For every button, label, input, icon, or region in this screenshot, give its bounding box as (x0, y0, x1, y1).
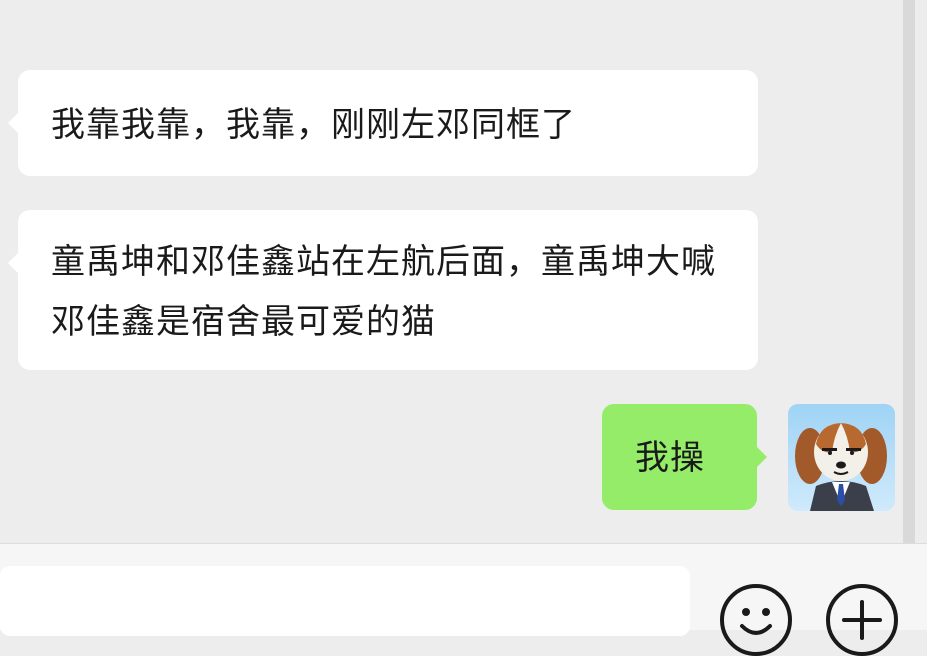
smiley-face-icon (740, 608, 772, 635)
message-text: 童禹坤和邓佳鑫站在左航后面，童禹坤大喊邓佳鑫是宿舍最可爱的猫 (51, 242, 716, 342)
plus-button[interactable] (826, 584, 898, 656)
message-text: 我操 (635, 438, 705, 478)
message-text: 我靠我靠，我靠，刚刚左邓同框了 (51, 105, 576, 145)
message-input[interactable] (0, 566, 690, 636)
emoji-button[interactable] (720, 584, 792, 656)
incoming-message-bubble[interactable]: 我靠我靠，我靠，刚刚左邓同框了 (8, 70, 758, 176)
chat-scrollbar[interactable] (903, 0, 915, 543)
plus-circle-icon (842, 600, 882, 640)
user-avatar[interactable] (788, 404, 895, 511)
dog-avatar-icon (795, 423, 887, 511)
incoming-message-bubble[interactable]: 童禹坤和邓佳鑫站在左航后面，童禹坤大喊邓佳鑫是宿舍最可爱的猫 (8, 210, 758, 370)
chat-message-area[interactable]: 我靠我靠，我靠，刚刚左邓同框了 童禹坤和邓佳鑫站在左航后面，童禹坤大喊邓佳鑫是宿… (0, 0, 915, 543)
outgoing-message-bubble[interactable]: 我操 (602, 404, 767, 510)
input-bar (0, 543, 927, 656)
